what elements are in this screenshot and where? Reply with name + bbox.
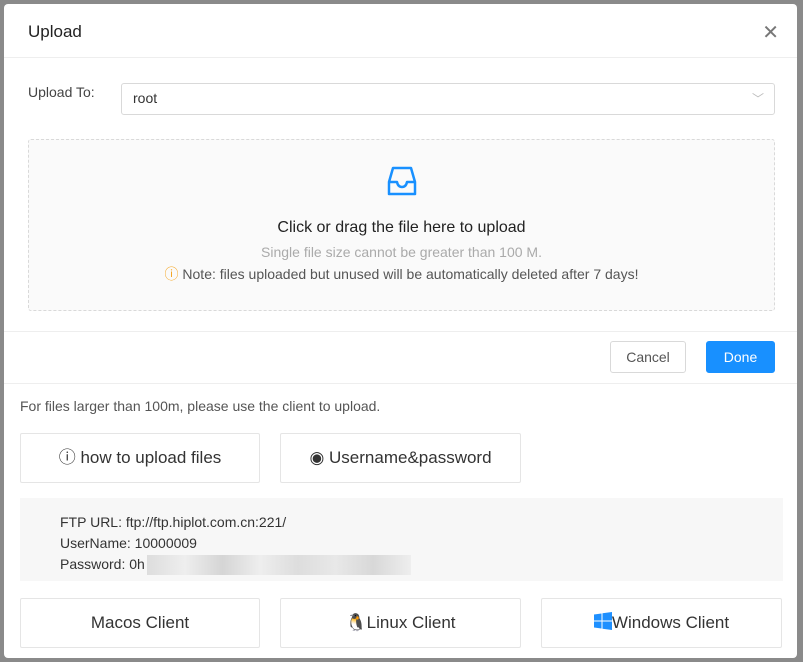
- how-to-upload-button[interactable]: ⓘ how to upload files: [20, 433, 260, 483]
- windows-client-button[interactable]: Windows Client: [541, 598, 782, 648]
- linux-icon: 🐧: [345, 613, 367, 632]
- modal-title: Upload: [28, 22, 82, 41]
- upload-dragger[interactable]: Click or drag the file here to upload Si…: [28, 139, 775, 311]
- ftp-username: UserName: 10000009: [60, 535, 197, 551]
- eye-icon: ◉: [309, 448, 325, 467]
- ftp-info: FTP URL: ftp://ftp.hiplot.com.cn:221/ Us…: [20, 498, 783, 581]
- macos-client-button[interactable]: Macos Client: [20, 598, 260, 648]
- dragger-hint: Single file size cannot be greater than …: [261, 244, 542, 260]
- close-icon[interactable]: ✕: [762, 20, 779, 45]
- dragger-text: Click or drag the file here to upload: [277, 219, 526, 236]
- dragger-note: ⓘ Note: files uploaded but unused will b…: [164, 266, 639, 282]
- modal-header: Upload ✕: [4, 4, 797, 58]
- inbox-icon: [387, 166, 416, 196]
- upload-to-value: root: [133, 90, 158, 106]
- chevron-down-icon: ﹀: [751, 92, 764, 106]
- upload-to-label: Upload To:: [28, 84, 95, 100]
- upload-modal: Upload ✕ Upload To: root ﹀ Click or drag …: [4, 4, 797, 658]
- ftp-url: FTP URL: ftp://ftp.hiplot.com.cn:221/: [60, 514, 287, 530]
- client-hint: For files larger than 100m, please use t…: [20, 398, 381, 414]
- ftp-password: Password: 0h: [60, 554, 783, 576]
- password-redacted: [146, 555, 411, 576]
- windows-icon: [593, 612, 612, 630]
- done-button[interactable]: Done: [706, 341, 775, 373]
- linux-client-button[interactable]: 🐧Linux Client: [280, 598, 521, 648]
- question-icon: ⓘ: [58, 448, 76, 467]
- warning-icon: ⓘ: [164, 266, 179, 282]
- cancel-button[interactable]: Cancel: [610, 341, 686, 373]
- username-password-button[interactable]: ◉ Username&password: [280, 433, 521, 483]
- upload-to-select[interactable]: root ﹀: [121, 83, 775, 115]
